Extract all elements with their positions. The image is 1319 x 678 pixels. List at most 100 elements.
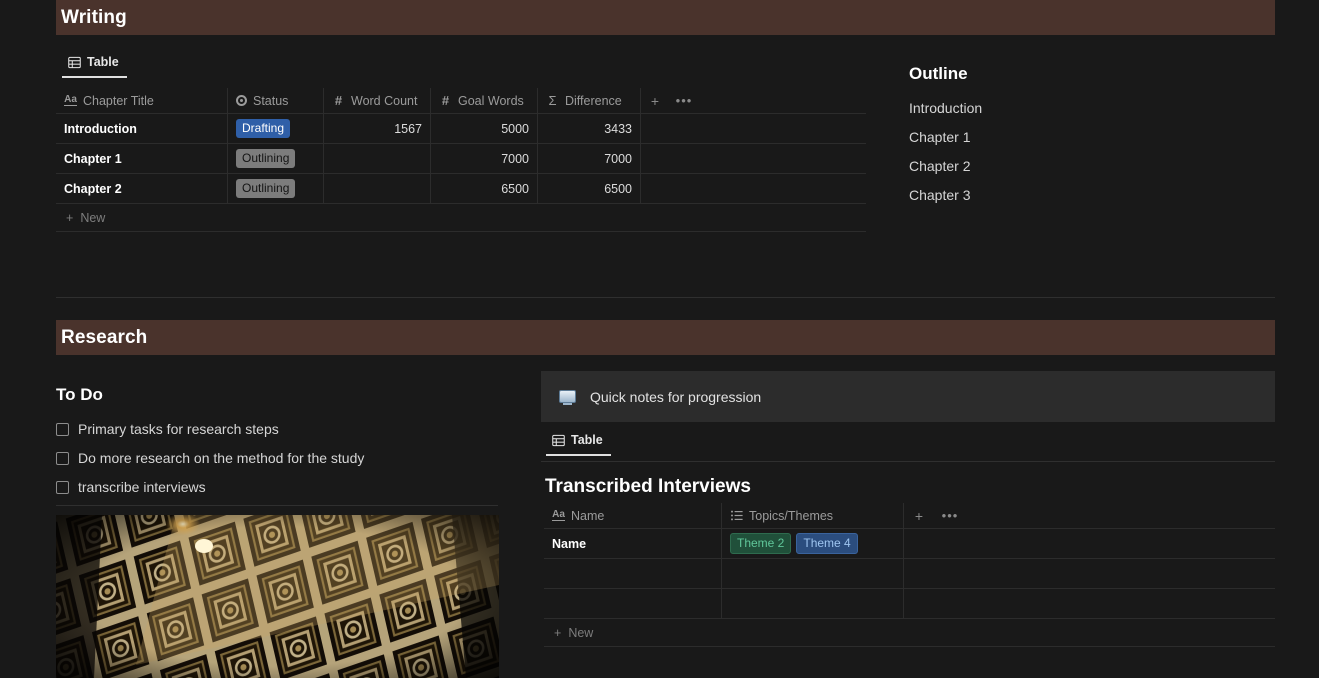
cell-difference[interactable]: 3433 xyxy=(538,114,641,144)
column-header-chapter-title[interactable]: Aa Chapter Title xyxy=(56,88,228,114)
callout-text: Quick notes for progression xyxy=(590,388,762,405)
plus-icon: + xyxy=(554,625,562,640)
cell-topics-themes[interactable]: Theme 2 Theme 4 xyxy=(722,529,904,559)
cell-empty xyxy=(904,559,1275,589)
text-aa-icon: Aa xyxy=(552,508,565,522)
tab-label: Table xyxy=(571,433,603,447)
cell-chapter-title[interactable]: Chapter 1 xyxy=(56,144,228,174)
tab-label: Table xyxy=(87,55,119,69)
tag-badge: Theme 4 xyxy=(796,533,858,554)
list-item[interactable]: Do more research on the method for the s… xyxy=(56,444,496,473)
table-row[interactable]: Chapter 1 Outlining 7000 7000 xyxy=(56,144,866,174)
list-item[interactable]: transcribe interviews xyxy=(56,473,496,502)
select-circle-icon xyxy=(236,95,247,106)
interviews-table-body: Name Theme 2 Theme 4 xyxy=(544,529,1275,619)
multiselect-list-icon xyxy=(730,510,743,521)
section-header-writing: Writing xyxy=(56,0,1275,35)
table-row[interactable]: Introduction Drafting 1567 5000 3433 xyxy=(56,114,866,144)
cell-empty xyxy=(641,144,866,174)
status-badge: Drafting xyxy=(236,119,291,138)
column-header-goal-words[interactable]: # Goal Words xyxy=(431,88,538,114)
writing-view-tabs: Table xyxy=(62,52,127,78)
writing-table: Aa Chapter Title Status # Word Count # G… xyxy=(56,88,866,232)
checkbox-icon[interactable] xyxy=(56,481,69,494)
cell-name[interactable]: Name xyxy=(544,529,722,559)
plus-icon: + xyxy=(66,210,74,225)
new-row-label: New xyxy=(568,625,594,640)
cell-topics-themes[interactable] xyxy=(722,559,904,589)
cell-name[interactable] xyxy=(544,559,722,589)
cell-empty xyxy=(641,174,866,204)
outline-block: Outline Introduction Chapter 1 Chapter 2… xyxy=(909,64,1239,210)
cell-goal-words[interactable]: 6500 xyxy=(431,174,538,204)
ceiling-photo xyxy=(56,515,499,678)
cell-word-count[interactable]: 1567 xyxy=(324,114,431,144)
writing-table-body: Introduction Drafting 1567 5000 3433 Cha… xyxy=(56,114,866,204)
outline-item-chapter-3[interactable]: Chapter 3 xyxy=(909,181,1239,210)
column-header-name[interactable]: Aa Name xyxy=(544,503,722,529)
column-label: Name xyxy=(571,508,605,523)
tab-table-interviews[interactable]: Table xyxy=(546,430,611,456)
cell-topics-themes[interactable] xyxy=(722,589,904,619)
column-header-status[interactable]: Status xyxy=(228,88,324,114)
column-label: Difference xyxy=(565,93,622,108)
todo-block: To Do Primary tasks for research steps D… xyxy=(56,385,496,502)
cell-chapter-title[interactable]: Introduction xyxy=(56,114,228,144)
cell-chapter-title[interactable]: Chapter 2 xyxy=(56,174,228,204)
cell-empty xyxy=(904,529,1275,559)
outline-item-chapter-2[interactable]: Chapter 2 xyxy=(909,152,1239,181)
column-label: Word Count xyxy=(351,93,418,108)
table-row[interactable]: Name Theme 2 Theme 4 xyxy=(544,529,1275,559)
checkbox-icon[interactable] xyxy=(56,452,69,465)
section-title: Research xyxy=(61,326,148,348)
number-hash-icon: # xyxy=(441,93,450,108)
cell-goal-words[interactable]: 7000 xyxy=(431,144,538,174)
column-label: Chapter Title xyxy=(83,93,154,108)
cell-empty xyxy=(641,114,866,144)
status-badge: Outlining xyxy=(236,179,296,198)
outline-title: Outline xyxy=(909,64,968,83)
table-options-button[interactable]: ••• xyxy=(669,88,699,114)
checkbox-icon[interactable] xyxy=(56,423,69,436)
column-label: Topics/Themes xyxy=(749,508,834,523)
cell-difference[interactable]: 6500 xyxy=(538,174,641,204)
section-divider xyxy=(56,297,1275,298)
list-item[interactable]: Primary tasks for research steps xyxy=(56,415,496,444)
cell-difference[interactable]: 7000 xyxy=(538,144,641,174)
new-row-button-interviews[interactable]: + New xyxy=(544,619,1275,647)
header-filler xyxy=(699,88,866,114)
text-aa-icon: Aa xyxy=(64,93,77,107)
new-row-button-writing[interactable]: + New xyxy=(56,204,866,232)
outline-item-introduction[interactable]: Introduction xyxy=(909,94,1239,123)
todo-label: transcribe interviews xyxy=(78,479,206,495)
quick-notes-callout[interactable]: Quick notes for progression xyxy=(541,371,1275,422)
add-column-button[interactable]: + xyxy=(904,503,934,529)
outline-item-chapter-1[interactable]: Chapter 1 xyxy=(909,123,1239,152)
column-header-topics-themes[interactable]: Topics/Themes xyxy=(722,503,904,529)
interviews-table-header-row: Aa Name Topics/Themes + ••• xyxy=(544,503,1275,529)
table-row[interactable] xyxy=(544,559,1275,589)
photo-graphic xyxy=(56,515,499,678)
cell-status[interactable]: Drafting xyxy=(228,114,324,144)
column-header-word-count[interactable]: # Word Count xyxy=(324,88,431,114)
cell-name[interactable] xyxy=(544,589,722,619)
cell-goal-words[interactable]: 5000 xyxy=(431,114,538,144)
section-title: Writing xyxy=(61,6,127,28)
column-header-difference[interactable]: Σ Difference xyxy=(538,88,641,114)
todo-label: Primary tasks for research steps xyxy=(78,421,279,437)
cell-status[interactable]: Outlining xyxy=(228,174,324,204)
cell-word-count[interactable] xyxy=(324,144,431,174)
table-icon xyxy=(552,434,565,447)
table-options-button[interactable]: ••• xyxy=(934,503,966,529)
tab-table-writing[interactable]: Table xyxy=(62,52,127,78)
cell-word-count[interactable] xyxy=(324,174,431,204)
todo-label: Do more research on the method for the s… xyxy=(78,450,365,466)
table-row[interactable] xyxy=(544,589,1275,619)
interviews-table: Aa Name Topics/Themes + ••• Name Theme 2… xyxy=(544,503,1275,647)
table-row[interactable]: Chapter 2 Outlining 6500 6500 xyxy=(56,174,866,204)
interviews-tab-divider xyxy=(541,461,1275,462)
writing-table-header-row: Aa Chapter Title Status # Word Count # G… xyxy=(56,88,866,114)
cell-status[interactable]: Outlining xyxy=(228,144,324,174)
add-column-button[interactable]: + xyxy=(641,88,669,114)
new-row-label: New xyxy=(80,210,106,225)
